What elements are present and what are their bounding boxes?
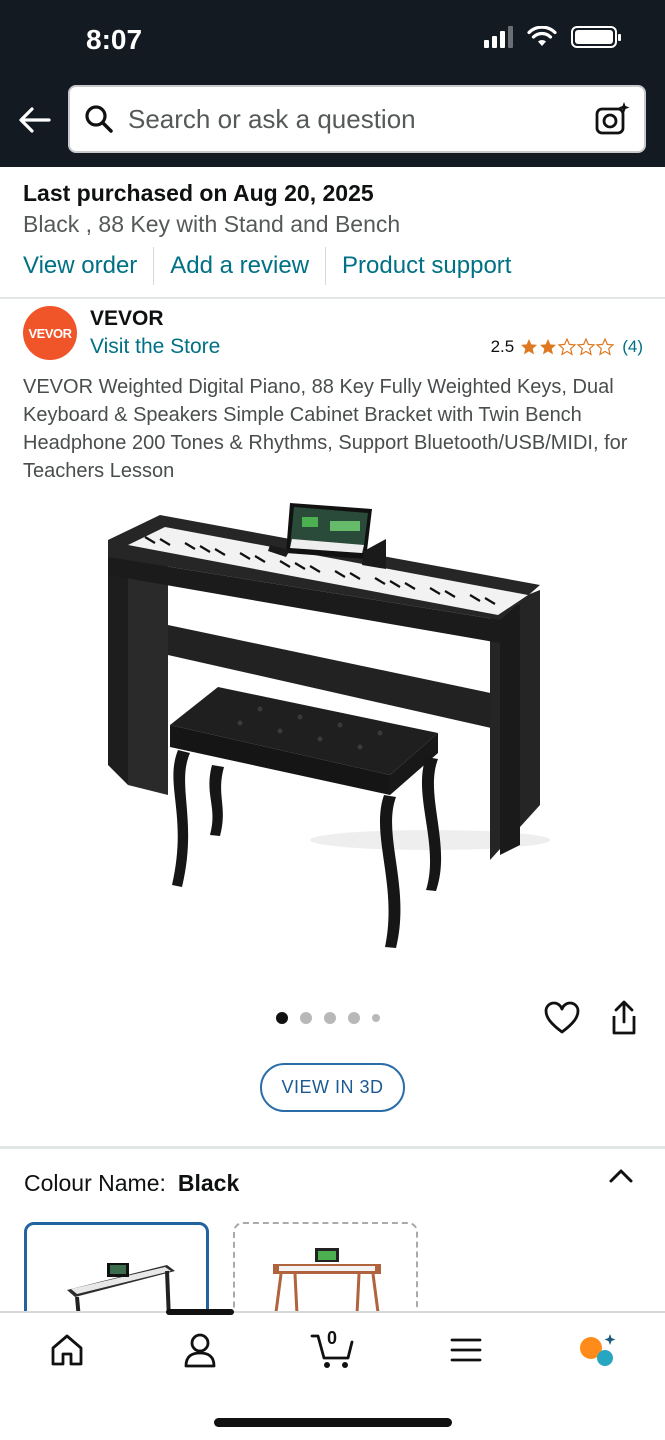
menu-icon[interactable] bbox=[446, 1330, 486, 1370]
home-indicator-bar bbox=[214, 1418, 452, 1427]
search-icon bbox=[85, 105, 113, 133]
rufus-icon[interactable] bbox=[577, 1330, 617, 1370]
home-icon[interactable] bbox=[47, 1330, 87, 1370]
image-carousel-dots[interactable] bbox=[276, 1012, 380, 1024]
search-placeholder: Search or ask a question bbox=[128, 103, 416, 134]
heart-icon[interactable] bbox=[544, 1001, 580, 1035]
active-tab-indicator bbox=[166, 1309, 234, 1315]
carousel-dot[interactable] bbox=[300, 1012, 312, 1024]
visit-store-link[interactable]: Visit the Store bbox=[90, 335, 220, 359]
cart-count: 0 bbox=[327, 1328, 338, 1348]
link-divider bbox=[325, 247, 327, 285]
colour-selector-row: Colour Name: Black bbox=[24, 1170, 239, 1197]
view-order-link[interactable]: View order bbox=[23, 252, 137, 280]
chevron-up-icon[interactable] bbox=[608, 1166, 634, 1186]
search-input[interactable]: Search or ask a question bbox=[68, 85, 646, 153]
rating-count[interactable]: (4) bbox=[622, 337, 643, 357]
wifi-icon bbox=[527, 26, 557, 46]
account-icon[interactable] bbox=[180, 1330, 220, 1370]
section-divider bbox=[0, 1146, 665, 1149]
battery-icon bbox=[571, 26, 621, 48]
colour-swatch-brown[interactable] bbox=[233, 1222, 418, 1322]
brand-name: VEVOR bbox=[90, 307, 164, 330]
add-review-link[interactable]: Add a review bbox=[170, 252, 309, 280]
section-divider bbox=[0, 297, 665, 299]
carousel-dot[interactable] bbox=[276, 1012, 288, 1024]
purchased-variant: Black , 88 Key with Stand and Bench bbox=[23, 211, 401, 237]
black-piano-thumbnail bbox=[67, 1263, 175, 1319]
top-header: 8:07 Search or ask a question bbox=[0, 0, 665, 167]
last-purchased-title: Last purchased on Aug 20, 2025 bbox=[23, 180, 374, 206]
colour-swatch-black[interactable] bbox=[24, 1222, 209, 1322]
star-rating-icon bbox=[520, 338, 616, 356]
product-title: VEVOR Weighted Digital Piano, 88 Key Ful… bbox=[23, 376, 628, 482]
colour-value: Black bbox=[177, 1170, 240, 1196]
product-rating[interactable]: 2.5 (4) bbox=[491, 337, 643, 357]
link-divider bbox=[153, 247, 155, 285]
carousel-dot[interactable] bbox=[372, 1014, 380, 1022]
product-support-link[interactable]: Product support bbox=[342, 252, 511, 280]
status-icons bbox=[484, 26, 621, 48]
share-icon[interactable] bbox=[608, 1000, 640, 1036]
cellular-signal-icon bbox=[484, 26, 513, 48]
carousel-dot[interactable] bbox=[348, 1012, 360, 1024]
order-links: View order Add a review Product support bbox=[23, 247, 511, 285]
brown-piano-thumbnail bbox=[273, 1248, 381, 1320]
status-time: 8:07 bbox=[86, 24, 143, 55]
brand-logo[interactable]: VEVOR bbox=[23, 306, 77, 360]
view-in-3d-button[interactable]: VIEW IN 3D bbox=[260, 1063, 405, 1112]
back-arrow-icon[interactable] bbox=[16, 104, 52, 136]
rating-value: 2.5 bbox=[490, 337, 515, 356]
camera-search-icon[interactable] bbox=[594, 101, 630, 137]
colour-label: Colour Name: bbox=[24, 1170, 166, 1196]
carousel-dot[interactable] bbox=[324, 1012, 336, 1024]
product-image[interactable] bbox=[100, 495, 570, 955]
